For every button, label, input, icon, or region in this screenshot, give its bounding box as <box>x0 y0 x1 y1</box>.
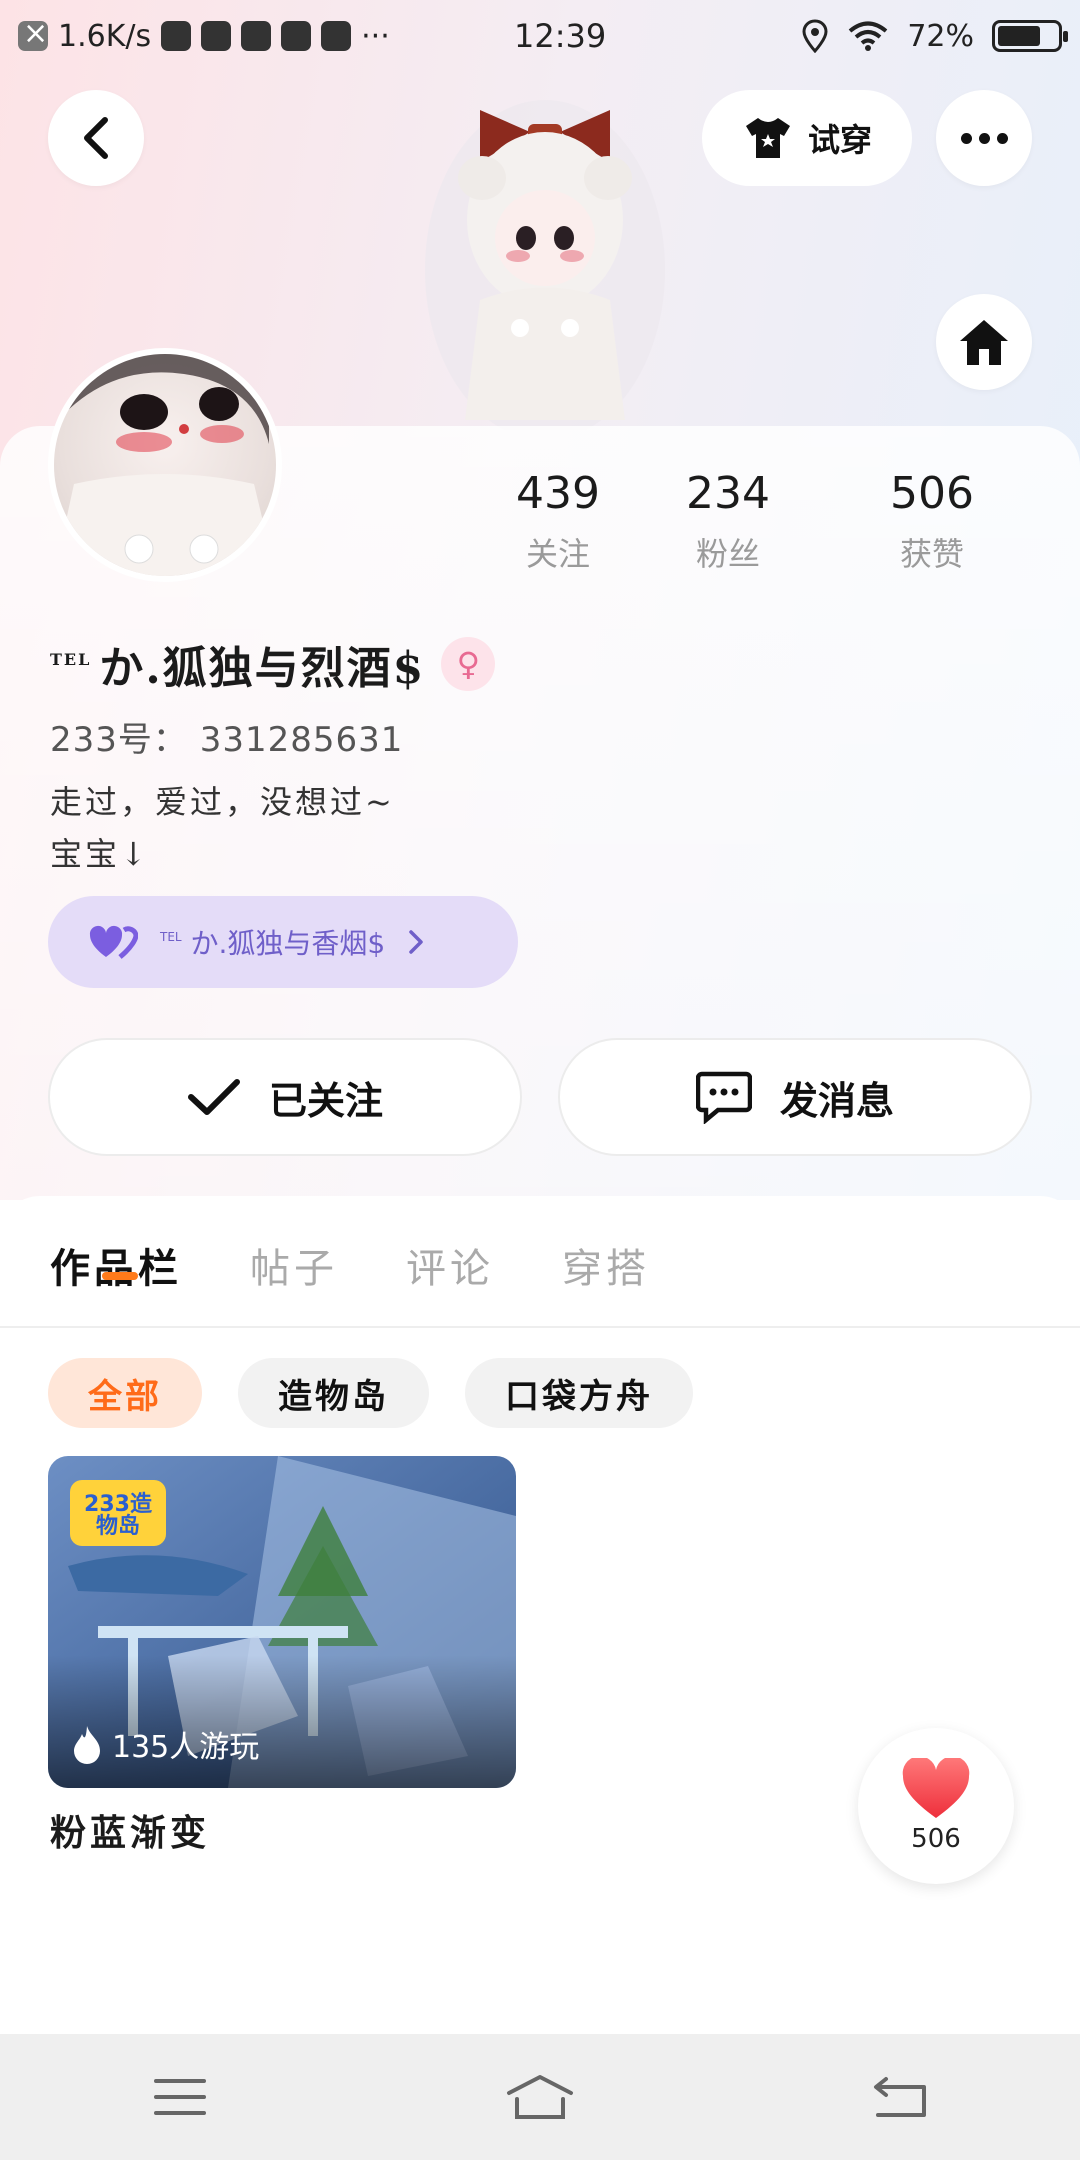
tab-comments[interactable]: 评论 <box>406 1236 494 1294</box>
back-arrow-icon <box>874 2077 926 2117</box>
stat-value: 506 <box>890 468 974 519</box>
stat-label: 关注 <box>525 535 590 573</box>
clock: 12:39 <box>514 17 607 55</box>
back-button[interactable] <box>48 90 144 186</box>
stat-label: 粉丝 <box>695 535 760 573</box>
nav-menu-button[interactable] <box>120 2057 240 2137</box>
filter-chips: 全部 造物岛 口袋方舟 <box>48 1358 693 1428</box>
user-id: 233号： 331285631 <box>50 720 404 760</box>
couple-name-text: か.狐独与香烟$ <box>190 927 386 960</box>
stat-fans[interactable]: 234 粉丝 <box>626 468 830 575</box>
play-count-text: 135人游玩 <box>112 1730 260 1765</box>
home-icon <box>960 320 1008 365</box>
home-outline-icon <box>507 2075 573 2119</box>
status-left: 1.6K/s ··· <box>18 16 478 54</box>
app-icon <box>241 21 272 51</box>
app-icon <box>321 21 352 51</box>
tab-works[interactable]: 作品栏 <box>50 1236 182 1294</box>
avatar[interactable] <box>48 348 282 582</box>
like-button[interactable]: 506 <box>858 1728 1014 1884</box>
couple-link[interactable]: TEL か.狐独与香烟$ <box>48 896 518 988</box>
try-on-label: 试穿 <box>807 121 872 159</box>
play-count: 135人游玩 <box>72 1722 259 1766</box>
battery-icon <box>992 20 1068 52</box>
followed-button[interactable]: 已关注 <box>48 1038 522 1156</box>
more-icon <box>960 132 1008 144</box>
check-icon <box>187 1079 240 1115</box>
send-message-label: 发消息 <box>779 1077 894 1123</box>
app-icon <box>161 21 192 51</box>
name-prefix: TEL <box>50 650 92 669</box>
status-bar: 1.6K/s ··· 12:39 72% <box>0 0 1080 72</box>
send-message-button[interactable]: 发消息 <box>558 1038 1032 1156</box>
divider <box>0 1326 1080 1328</box>
heart-icon <box>902 1758 970 1818</box>
nav-back-button[interactable] <box>840 2057 960 2137</box>
name-row: TEL か.狐独与烈酒$ ♀ <box>50 632 496 696</box>
notification-icon <box>18 16 48 51</box>
chat-bubble-icon <box>695 1071 752 1124</box>
stats-row: 439 关注 234 粉丝 506 获赞 <box>490 468 1050 575</box>
battery-text: 72% <box>907 18 974 54</box>
tab-indicator <box>102 1272 138 1280</box>
work-title[interactable]: 粉蓝渐变 <box>50 1804 210 1856</box>
double-heart-icon <box>89 925 138 959</box>
bio: 走过，爱过，没想过~ 宝宝↓ <box>50 776 395 880</box>
location-icon <box>802 19 828 53</box>
couple-prefix: TEL <box>160 930 182 944</box>
system-nav-bar <box>0 2034 1080 2160</box>
followed-label: 已关注 <box>268 1077 383 1123</box>
stat-following[interactable]: 439 关注 <box>490 468 626 575</box>
work-badge: 233造物岛 <box>84 1492 152 1539</box>
chevron-right-icon <box>409 930 423 954</box>
stat-likes[interactable]: 506 获赞 <box>830 468 1034 575</box>
app-icon <box>201 21 232 51</box>
nav-home-button[interactable] <box>480 2057 600 2137</box>
like-count: 506 <box>911 1824 961 1854</box>
couple-name: TEL か.狐独与香烟$ <box>160 922 385 962</box>
content-tabs-area: 作品栏 帖子 评论 穿搭 <box>0 1196 1080 1326</box>
chip-all[interactable]: 全部 <box>48 1358 202 1428</box>
home-button[interactable] <box>936 294 1032 390</box>
stat-value: 234 <box>686 468 770 519</box>
character-avatar-figure <box>410 70 680 440</box>
bio-line: 宝宝↓ <box>50 835 150 873</box>
chip-creation-island[interactable]: 造物岛 <box>238 1358 429 1428</box>
chevron-left-icon <box>84 117 108 159</box>
stat-label: 获赞 <box>899 535 964 573</box>
net-speed: 1.6K/s <box>58 18 152 54</box>
username-text: か.狐独与烈酒$ <box>99 643 426 694</box>
female-icon: ♀ <box>441 637 496 691</box>
tab-outfits[interactable]: 穿搭 <box>562 1236 650 1294</box>
chip-pocket-ark[interactable]: 口袋方舟 <box>465 1358 693 1428</box>
menu-icon <box>154 2079 206 2115</box>
try-on-button[interactable]: 试穿 <box>702 90 912 186</box>
work-card[interactable]: 233造物岛 135人游玩 <box>48 1456 516 1788</box>
username: TEL か.狐独与烈酒$ <box>50 632 425 696</box>
more-button[interactable] <box>936 90 1032 186</box>
flame-icon <box>74 1726 100 1764</box>
app-icon <box>281 21 312 51</box>
tab-posts[interactable]: 帖子 <box>250 1236 338 1294</box>
wifi-icon <box>849 21 888 51</box>
bio-line: 走过，爱过，没想过~ <box>50 783 395 821</box>
shirt-icon <box>745 118 790 158</box>
stat-value: 439 <box>516 468 600 519</box>
tab-bar: 作品栏 帖子 评论 穿搭 <box>50 1236 650 1294</box>
more-notifications-icon: ··· <box>361 18 390 54</box>
